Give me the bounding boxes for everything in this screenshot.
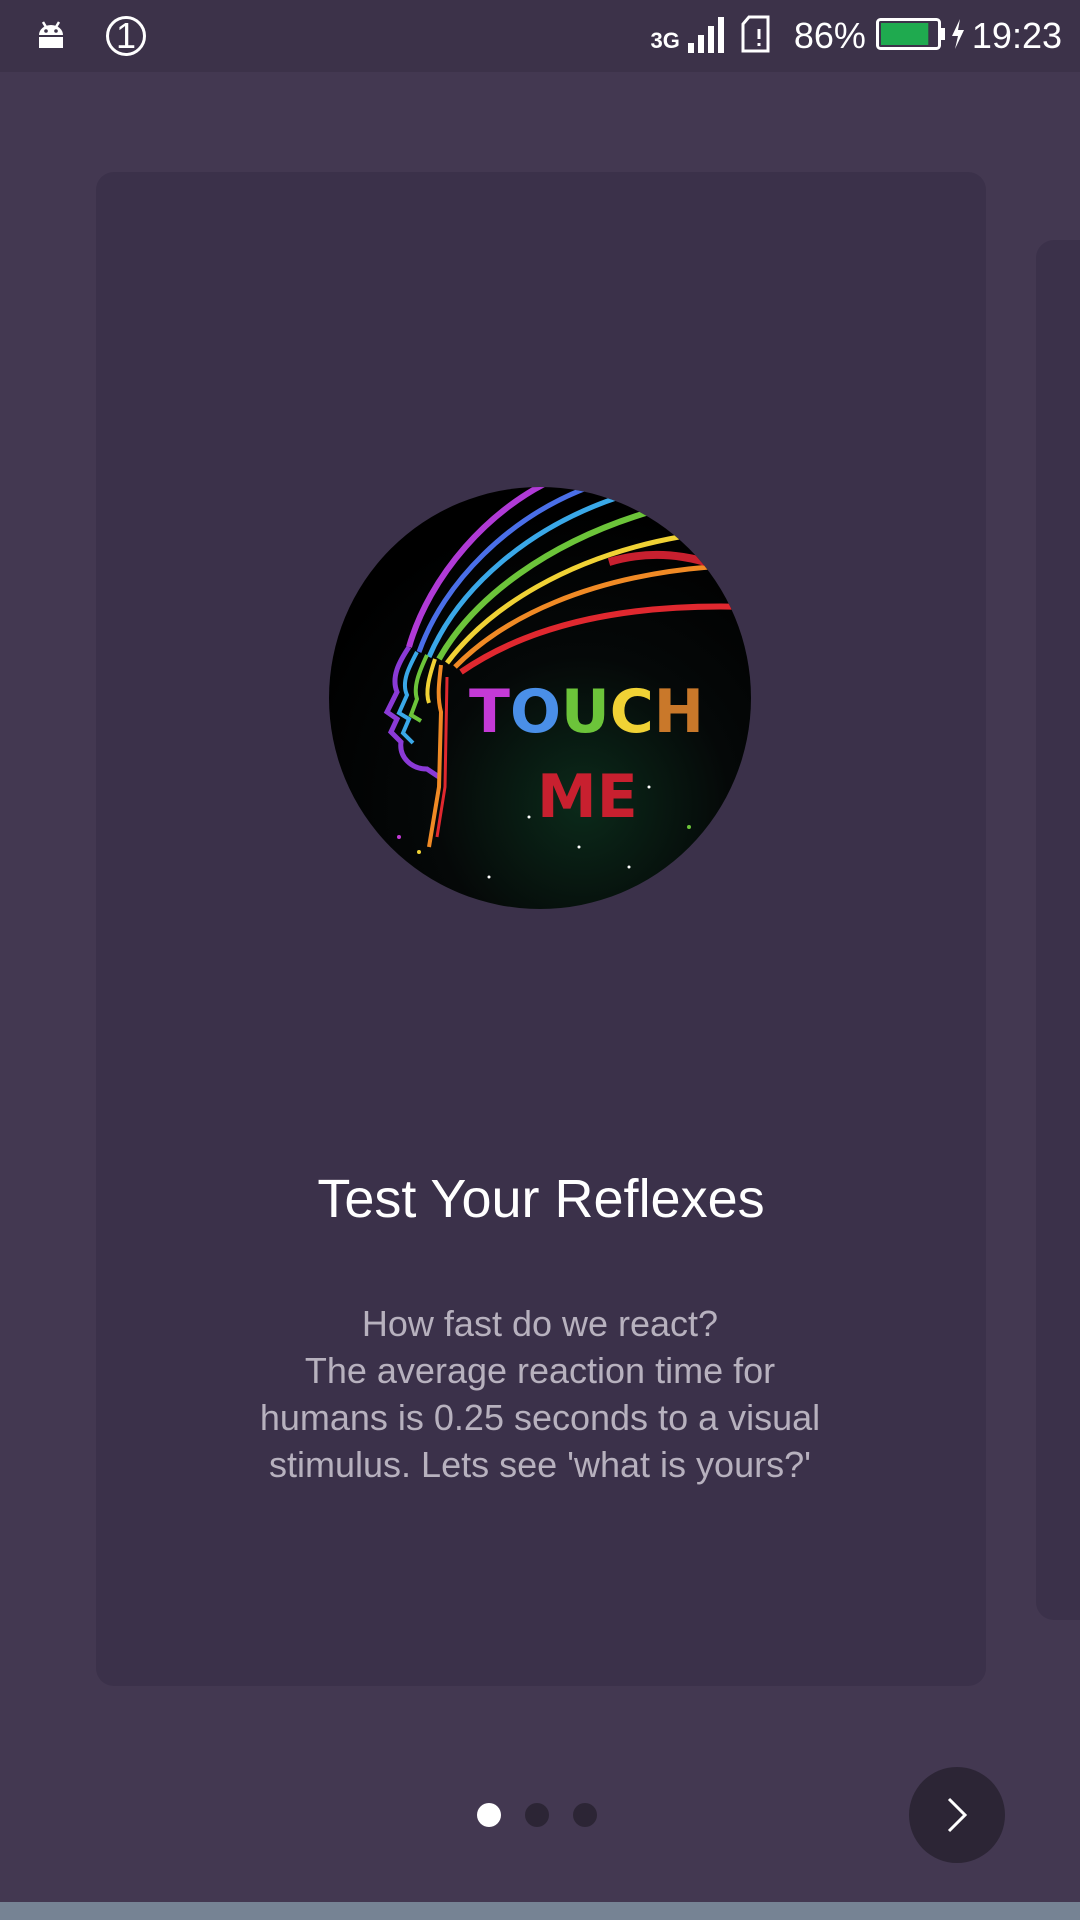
page-indicator-dot-1[interactable] bbox=[477, 1803, 501, 1827]
status-bar: 1 3G 86% 19:23 bbox=[0, 0, 1080, 72]
description-line: stimulus. Lets see 'what is yours?' bbox=[269, 1444, 811, 1485]
clock: 19:23 bbox=[971, 15, 1062, 56]
logo-letter-o: O bbox=[510, 677, 561, 747]
notification-count-badge: 1 bbox=[106, 16, 146, 56]
touch-me-logo-image: TOUCH ME bbox=[329, 487, 751, 909]
battery-icon bbox=[875, 17, 946, 55]
network-type-label: 3G bbox=[650, 28, 680, 53]
status-bar-right: 3G 86% 19:23 bbox=[650, 10, 1062, 62]
signal-bars-icon bbox=[686, 15, 726, 58]
logo-letter-u: U bbox=[561, 677, 610, 747]
onboarding-title: Test Your Reflexes bbox=[317, 1169, 765, 1229]
logo-letter-c: C bbox=[610, 677, 654, 747]
page-indicator-dot-2[interactable] bbox=[525, 1803, 549, 1827]
page-indicator bbox=[477, 1803, 621, 1827]
android-icon bbox=[36, 20, 66, 53]
page-indicator-dot-3[interactable] bbox=[573, 1803, 597, 1827]
sim-card-icon bbox=[740, 15, 772, 58]
battery-percent-label: 86% bbox=[793, 15, 866, 56]
bottom-navigation-strip bbox=[0, 1902, 1080, 1920]
status-bar-left: 1 bbox=[36, 16, 146, 56]
description-line: The average reaction time for bbox=[304, 1350, 776, 1391]
description-line: humans is 0.25 seconds to a visual bbox=[259, 1397, 821, 1438]
description-line: How fast do we react? bbox=[361, 1303, 719, 1344]
next-button[interactable] bbox=[909, 1767, 1005, 1863]
next-onboarding-card-peek[interactable] bbox=[1036, 240, 1080, 1620]
charging-bolt-icon bbox=[950, 18, 966, 54]
svg-text:TOUCH: TOUCH bbox=[469, 677, 704, 747]
onboarding-description: How fast do we react? The average reacti… bbox=[200, 1300, 880, 1488]
logo-letter-h: H bbox=[654, 677, 704, 747]
svg-text:ME: ME bbox=[537, 762, 638, 832]
logo-letter-t: T bbox=[469, 677, 510, 747]
